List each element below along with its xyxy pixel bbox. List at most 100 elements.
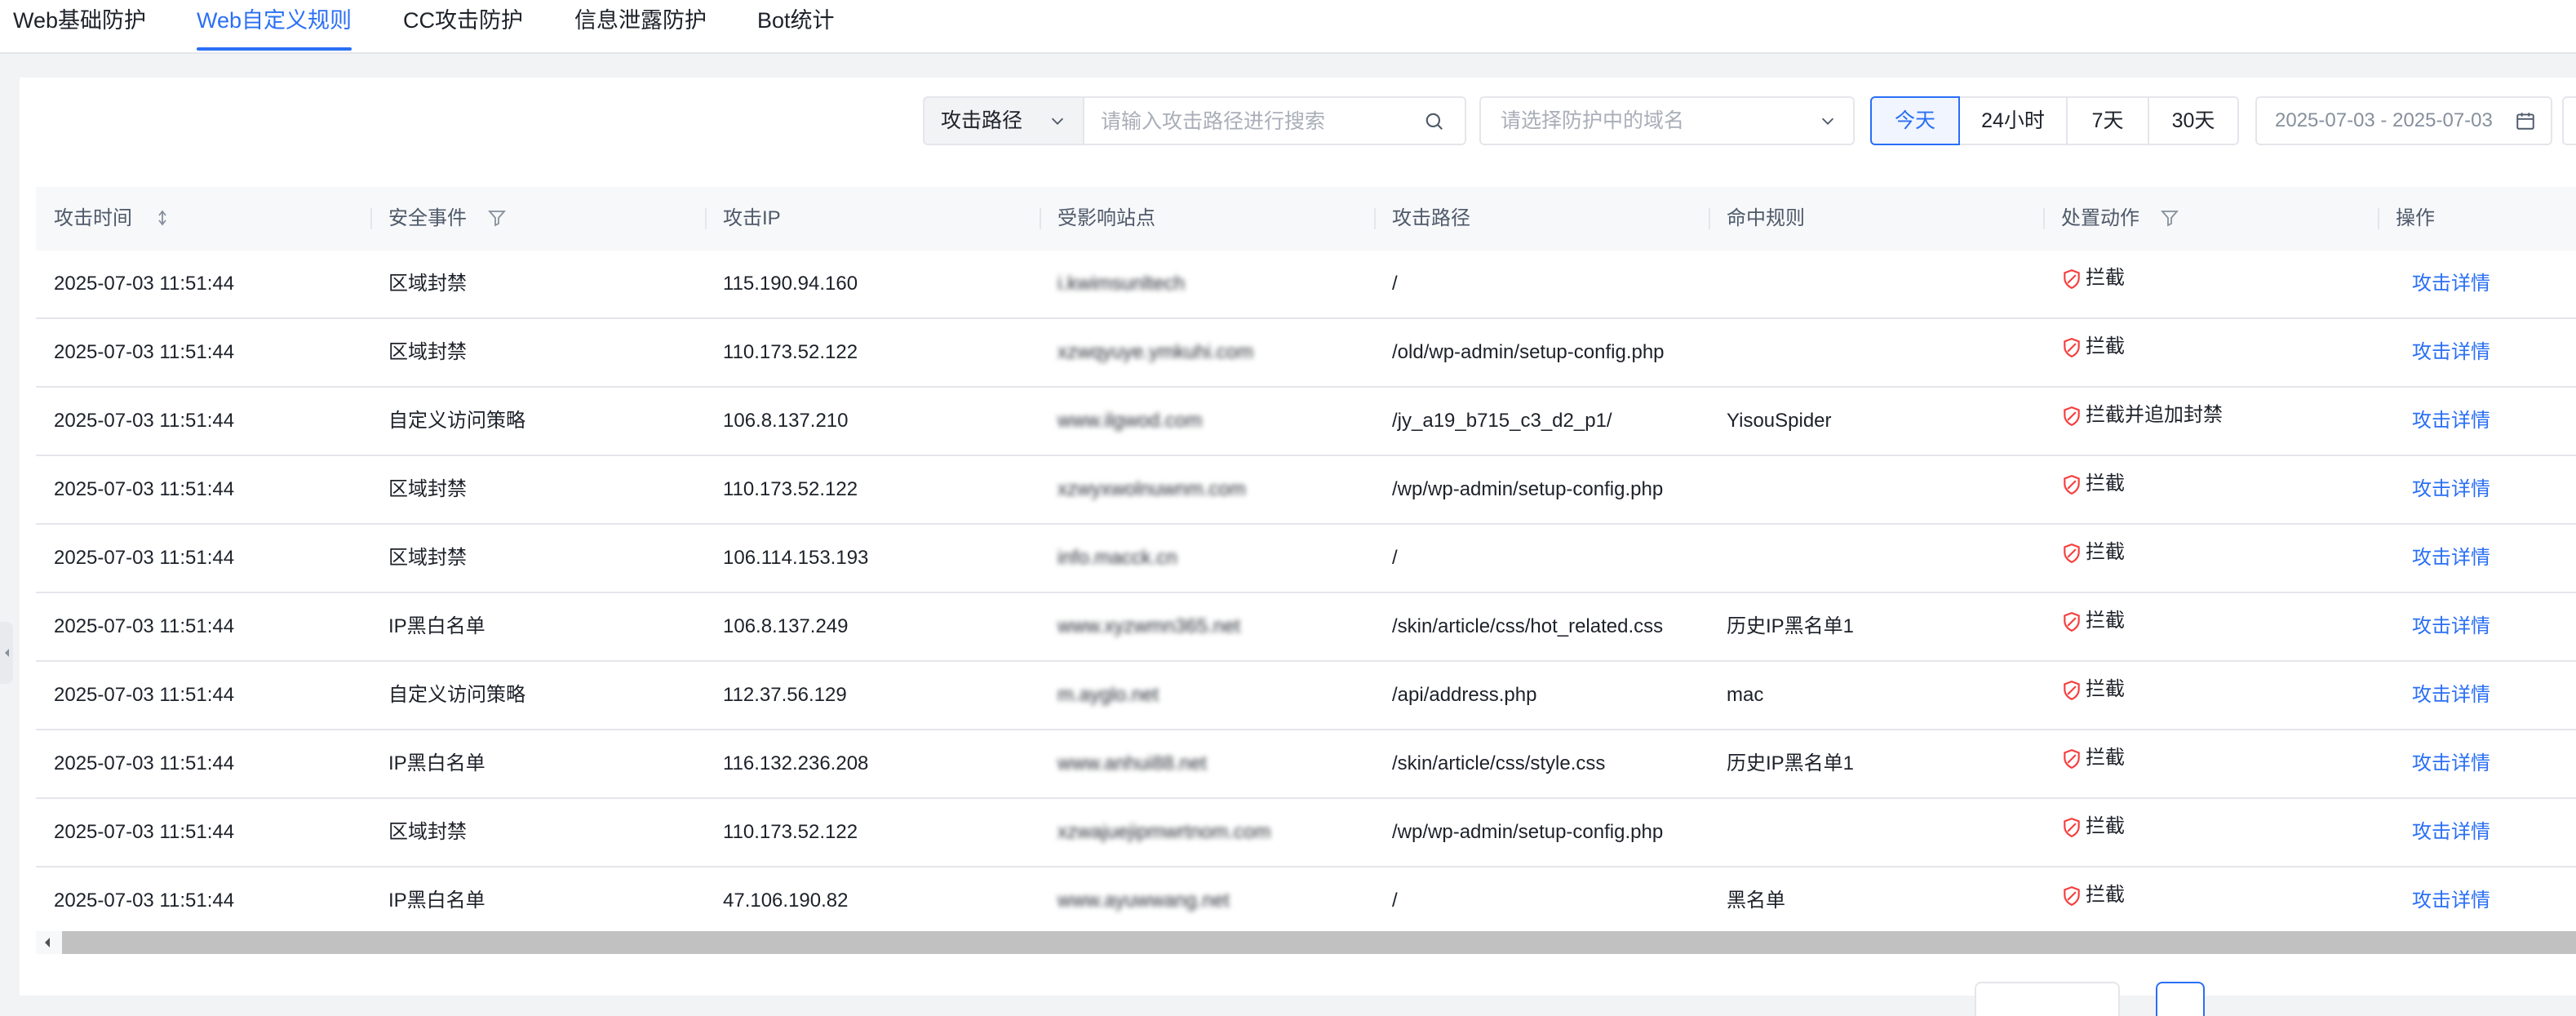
cell-operation: 攻击详情: [2378, 593, 2576, 660]
cell-attack-path: /wp/wp-admin/setup-config.php: [1392, 478, 1664, 500]
column-attack-time-label: 攻击时间: [54, 207, 132, 229]
attack-detail-link[interactable]: 攻击详情: [2412, 273, 2490, 295]
cell-action: 拦截: [2043, 799, 2378, 866]
cell-action: 拦截: [2043, 251, 2378, 317]
cell-hit-rule: YisouSpider: [1727, 410, 1832, 432]
table-row: 2025-07-03 11:51:44 自定义访问策略 106.8.137.210 w…: [36, 388, 2576, 456]
tab-web-basic-protection[interactable]: Web基础防护: [13, 0, 146, 51]
cell-attack-ip: 106.8.137.210: [723, 410, 849, 432]
tab-bot-statistics[interactable]: Bot统计: [757, 0, 835, 51]
block-shield-icon: [2064, 611, 2080, 632]
column-hit-rule: 命中规则: [1709, 187, 2043, 251]
range-7d-button[interactable]: 7天: [2066, 96, 2149, 145]
block-shield-icon: [2064, 268, 2080, 289]
action-label: 拦截: [2086, 266, 2125, 289]
domain-select[interactable]: 请选择防护中的域名: [1479, 96, 1855, 145]
action-label: 拦截: [2086, 609, 2125, 632]
cell-affected-site: www.ilgwod.com: [1057, 410, 1203, 432]
cell-security-event: IP黑白名单: [388, 890, 485, 912]
sort-icon[interactable]: [153, 208, 172, 228]
attack-detail-link[interactable]: 攻击详情: [2412, 821, 2490, 843]
action-label: 拦截并追加封禁: [2086, 403, 2223, 426]
cell-affected-site: www.ayuwwang.net: [1057, 890, 1230, 912]
cell-operation: 攻击详情: [2378, 867, 2576, 934]
cell-attack-path: /old/wp-admin/setup-config.php: [1392, 341, 1665, 363]
cell-security-event: 自定义访问策略: [388, 684, 525, 706]
tab-web-custom-rules[interactable]: Web自定义规则: [197, 0, 352, 51]
cell-attack-path: /skin/article/css/style.css: [1392, 752, 1606, 774]
action-label: 拦截: [2086, 677, 2125, 700]
column-attack-path: 攻击路径: [1374, 187, 1709, 251]
attack-detail-link[interactable]: 攻击详情: [2412, 341, 2490, 363]
column-attack-ip: 攻击IP: [705, 187, 1040, 251]
filter-icon[interactable]: [2160, 208, 2179, 228]
cell-operation: 攻击详情: [2378, 456, 2576, 523]
attack-detail-link[interactable]: 攻击详情: [2412, 615, 2490, 637]
sidebar-collapse-handle[interactable]: [0, 622, 13, 684]
scrollbar-thumb[interactable]: [62, 931, 2576, 954]
column-attack-time[interactable]: 攻击时间: [36, 187, 370, 251]
more-filter-button[interactable]: [2562, 96, 2576, 145]
cell-affected-site: m.ayglo.net: [1057, 684, 1159, 706]
cell-affected-site: info.macck.cn: [1057, 547, 1177, 569]
table-row: 2025-07-03 11:51:44 区域封禁 110.173.52.122 xzw…: [36, 799, 2576, 867]
cell-security-event: 区域封禁: [388, 341, 467, 363]
cell-attack-path: /wp/wp-admin/setup-config.php: [1392, 821, 1664, 843]
cell-hit-rule: [1709, 525, 2043, 592]
cell-hit-rule: [1709, 319, 2043, 386]
cell-attack-time: 2025-07-03 11:51:44: [54, 478, 235, 500]
block-shield-icon: [2064, 817, 2080, 837]
search-field-select[interactable]: 攻击路径: [923, 96, 1083, 145]
cell-hit-rule: [1709, 799, 2043, 866]
cell-affected-site: xzwyxwolnuwnm.com: [1057, 478, 1246, 500]
table-row: 2025-07-03 11:51:44 区域封禁 110.173.52.122 xzw…: [36, 319, 2576, 388]
attack-detail-link[interactable]: 攻击详情: [2412, 410, 2490, 432]
tab-info-leak-protection[interactable]: 信息泄露防护: [574, 0, 707, 51]
column-operation: 操作: [2378, 187, 2576, 251]
attack-detail-link[interactable]: 攻击详情: [2412, 890, 2490, 912]
table-row: 2025-07-03 11:51:44 区域封禁 106.114.153.193 in…: [36, 525, 2576, 593]
cell-attack-ip: 47.106.190.82: [723, 890, 849, 912]
filter-icon[interactable]: [487, 208, 507, 228]
scroll-left-arrow-icon[interactable]: [36, 931, 59, 954]
chevron-left-icon: [5, 649, 9, 657]
cell-operation: 攻击详情: [2378, 662, 2576, 729]
date-range-picker[interactable]: 2025-07-03 - 2025-07-03: [2255, 96, 2552, 145]
cell-action: 拦截: [2043, 456, 2378, 523]
pagination-current-page[interactable]: [2156, 982, 2205, 1016]
cell-security-event: IP黑白名单: [388, 615, 485, 637]
calendar-icon: [2516, 113, 2534, 130]
attack-detail-link[interactable]: 攻击详情: [2412, 752, 2490, 774]
cell-hit-rule: 历史IP黑名单1: [1727, 615, 1855, 637]
cell-security-event: 区域封禁: [388, 547, 467, 569]
cell-hit-rule: [1709, 456, 2043, 523]
attack-detail-link[interactable]: 攻击详情: [2412, 547, 2490, 569]
cell-attack-ip: 112.37.56.129: [723, 684, 847, 706]
range-24h-button[interactable]: 24小时: [1958, 96, 2068, 145]
column-affected-site: 受影响站点: [1040, 187, 1374, 251]
range-30d-button[interactable]: 30天: [2148, 96, 2239, 145]
block-shield-icon: [2064, 406, 2080, 426]
cell-affected-site: www.anhui88.net: [1057, 752, 1207, 774]
search-icon[interactable]: [1424, 111, 1445, 132]
column-security-event-label: 安全事件: [388, 207, 467, 229]
table-row: 2025-07-03 11:51:44 IP黑白名单 116.132.236.208…: [36, 730, 2576, 799]
tab-cc-attack-protection[interactable]: CC攻击防护: [403, 0, 523, 51]
cell-action: 拦截: [2043, 662, 2378, 729]
attack-detail-link[interactable]: 攻击详情: [2412, 478, 2490, 500]
horizontal-scrollbar[interactable]: [36, 931, 2576, 954]
range-today-button[interactable]: 今天: [1870, 96, 1960, 145]
cell-security-event: 区域封禁: [388, 821, 467, 843]
cell-affected-site: i.kwimsunltech: [1057, 273, 1186, 295]
table-row: 2025-07-03 11:51:44 区域封禁 110.173.52.122 xzw…: [36, 456, 2576, 525]
search-input[interactable]: [1099, 106, 1412, 137]
page-size-select[interactable]: [1975, 982, 2120, 1016]
block-shield-icon: [2064, 337, 2080, 357]
cell-security-event: 区域封禁: [388, 273, 467, 295]
block-shield-icon: [2064, 885, 2080, 906]
cell-security-event: 区域封禁: [388, 478, 467, 500]
attack-detail-link[interactable]: 攻击详情: [2412, 684, 2490, 706]
block-shield-icon: [2064, 680, 2080, 700]
search-field-select-value: 攻击路径: [941, 109, 1023, 132]
chevron-down-icon: [1051, 118, 1064, 125]
